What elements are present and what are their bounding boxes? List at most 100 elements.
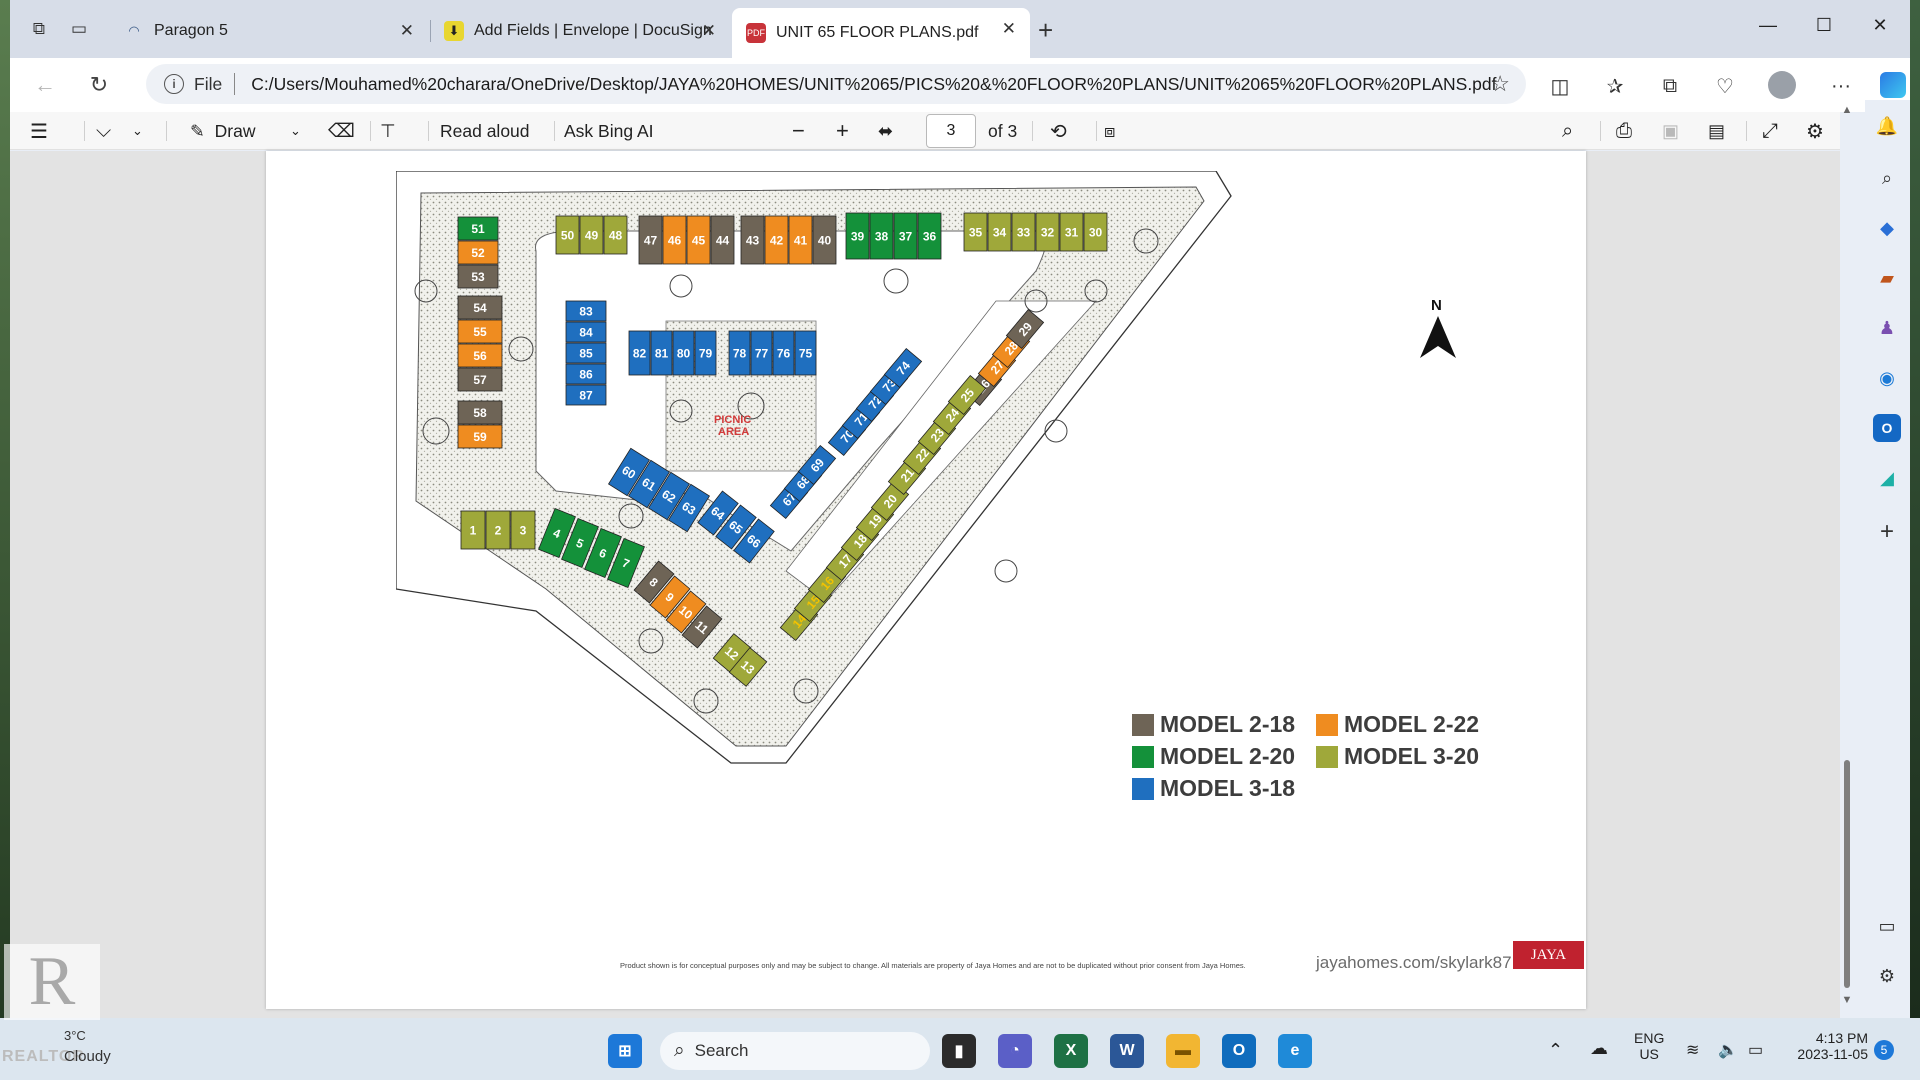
workspaces-icon[interactable]: ⧉ (26, 16, 52, 42)
legend-label: MODEL 2-20 (1160, 743, 1296, 769)
outlook-taskbar-icon[interactable]: O (1222, 1034, 1256, 1068)
wifi-icon[interactable]: ≋ (1686, 1040, 1699, 1060)
unit-lot-54: 54 (457, 295, 503, 320)
scroll-up-icon[interactable]: ▲ (1840, 104, 1854, 116)
sidebar-settings-gear-icon[interactable]: ⚙ (1873, 962, 1901, 990)
vertical-scrollbar[interactable]: ▲ ▼ (1840, 104, 1854, 1010)
save-as-icon[interactable]: ▤ (1708, 118, 1725, 144)
edge-browser-icon[interactable]: e (1278, 1034, 1312, 1068)
browser-essentials-icon[interactable]: ♡ (1710, 71, 1740, 101)
tab-floor-plans-pdf[interactable]: PDF UNIT 65 FLOOR PLANS.pdf ✕ (732, 8, 1030, 58)
close-icon[interactable]: ✕ (702, 21, 716, 41)
clock[interactable]: 4:13 PM 2023-11-05 (1786, 1030, 1868, 1062)
address-field[interactable]: i File C:/Users/Mouhamed%20charara/OneDr… (146, 64, 1526, 104)
toolbar-divider (1746, 121, 1747, 141)
battery-icon[interactable]: ▭ (1748, 1040, 1763, 1060)
new-tab-icon[interactable]: + (1038, 15, 1053, 46)
unit-number-label: 58 (473, 406, 487, 420)
save-icon[interactable]: ▣ (1662, 118, 1679, 144)
file-explorer-icon[interactable]: ▬ (1166, 1034, 1200, 1068)
unit-number-label: 35 (969, 226, 983, 240)
notification-count-badge[interactable]: 5 (1874, 1040, 1894, 1060)
refresh-icon[interactable]: ↻ (84, 70, 114, 100)
word-icon[interactable]: W (1110, 1034, 1144, 1068)
fit-page-icon[interactable]: ⬌ (878, 118, 893, 144)
close-icon[interactable]: ✕ (400, 21, 414, 41)
chevron-down-icon[interactable]: ⌄ (132, 118, 143, 144)
split-screen-icon[interactable]: ◫ (1545, 71, 1575, 101)
legend-model-2-22: MODEL 2-22 (1316, 711, 1479, 738)
highlight-icon[interactable]: ⌵ (96, 118, 111, 144)
ask-bing-ai-button[interactable]: Ask Bing AI (564, 118, 654, 144)
print-icon[interactable]: ⎙ (1616, 118, 1632, 144)
unit-lot-84: 84 (565, 321, 607, 343)
tab-paragon[interactable]: ◠ Paragon 5 ✕ (110, 10, 428, 52)
page-number-input[interactable]: 3 (926, 114, 976, 148)
onedrive-cloud-icon[interactable]: ☁ (1590, 1038, 1608, 1059)
unit-number-label: 57 (473, 373, 487, 387)
fullscreen-icon[interactable]: ⤢ (1762, 118, 1778, 144)
unit-number-label: 44 (716, 234, 730, 248)
maximize-icon[interactable]: ☐ (1804, 8, 1844, 42)
profile-avatar[interactable] (1768, 71, 1796, 99)
eraser-icon[interactable]: ⌫ (328, 118, 355, 144)
minimize-icon[interactable]: — (1748, 8, 1788, 42)
weather-temperature: 3°C (64, 1028, 86, 1043)
back-arrow-icon[interactable]: ← (30, 70, 60, 100)
notification-bell-icon[interactable]: 🔔 (1873, 112, 1901, 140)
zoom-out-icon[interactable]: − (792, 118, 805, 144)
tab-docusign[interactable]: ⬇ Add Fields | Envelope | DocuSign ✕ (430, 10, 730, 52)
shopping-tag-icon[interactable]: ◆ (1873, 214, 1901, 242)
tab-actions-icon[interactable]: ▭ (66, 16, 92, 42)
search-icon: ⌕ (674, 1040, 685, 1061)
search-icon[interactable]: ⌕ (1873, 164, 1901, 192)
favorites-icon[interactable]: ✰ (1600, 71, 1630, 101)
unit-lot-79: 79 (694, 330, 717, 376)
task-view-icon[interactable]: ▮ (942, 1034, 976, 1068)
realtor-logo-watermark: R (4, 943, 100, 1020)
scroll-down-icon[interactable]: ▼ (1840, 994, 1854, 1006)
unit-lot-3: 3 (510, 510, 536, 550)
favorite-star-icon[interactable]: ☆ (1490, 71, 1510, 97)
url-text[interactable]: C:/Users/Mouhamed%20charara/OneDrive/Des… (251, 74, 1496, 95)
toolbar-divider (554, 121, 555, 141)
url-scheme: File (194, 73, 223, 94)
sidebar-panel-icon[interactable]: ▭ (1873, 912, 1901, 940)
teams-chat-icon[interactable]: ◔ (998, 1034, 1032, 1068)
settings-gear-icon[interactable]: ⚙ (1806, 118, 1824, 144)
add-icon[interactable]: + (1873, 518, 1901, 546)
more-options-icon[interactable]: ··· (1826, 71, 1856, 101)
contents-list-icon[interactable]: ☰ (30, 118, 48, 144)
north-label: N (1431, 297, 1442, 314)
close-icon[interactable]: ✕ (1002, 19, 1016, 39)
rotate-icon[interactable]: ⟲ (1050, 118, 1067, 144)
toolbar-divider (1032, 121, 1033, 141)
unit-number-label: 2 (495, 524, 502, 538)
collections-icon[interactable]: ⧉ (1655, 71, 1685, 101)
games-icon[interactable]: ♟ (1873, 314, 1901, 342)
zoom-in-icon[interactable]: + (836, 118, 849, 144)
text-box-icon[interactable]: ⊤ (380, 118, 396, 144)
drop-icon[interactable]: ◢ (1873, 464, 1901, 492)
excel-icon[interactable]: X (1054, 1034, 1088, 1068)
tools-briefcase-icon[interactable]: ▰ (1873, 264, 1901, 292)
taskbar-search[interactable]: ⌕ Search (660, 1032, 930, 1070)
info-icon[interactable]: i (164, 74, 184, 94)
chevron-down-icon[interactable]: ⌄ (290, 118, 301, 144)
window-close-icon[interactable]: ✕ (1860, 8, 1900, 42)
unit-number-label: 53 (471, 270, 485, 284)
copilot-icon[interactable] (1880, 72, 1906, 98)
draw-button[interactable]: ✎ Draw (190, 118, 256, 144)
search-icon[interactable]: ⌕ (1562, 118, 1573, 144)
unit-lot-44: 44 (710, 215, 735, 265)
language-indicator[interactable]: ENG US (1634, 1030, 1664, 1062)
windows-start-icon[interactable]: ⊞ (608, 1034, 642, 1068)
unit-lot-58: 58 (457, 400, 503, 425)
scrollbar-thumb[interactable] (1844, 760, 1850, 988)
show-hidden-icons-icon[interactable]: ⌃ (1548, 1040, 1563, 1061)
microsoft-365-icon[interactable]: ◉ (1873, 364, 1901, 392)
read-aloud-button[interactable]: Read aloud (440, 118, 530, 144)
page-view-icon[interactable]: ⧈ (1104, 118, 1115, 144)
volume-icon[interactable]: 🔈 (1718, 1040, 1738, 1060)
outlook-icon[interactable]: O (1873, 414, 1901, 442)
